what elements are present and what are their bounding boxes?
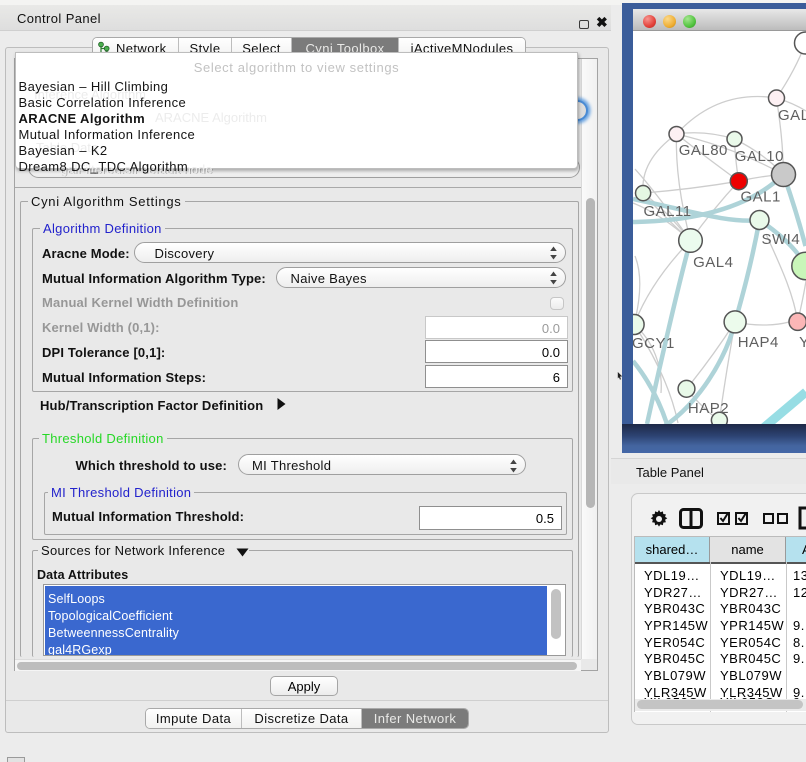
svg-text:HAP2: HAP2: [688, 400, 729, 417]
svg-text:GAL10: GAL10: [735, 148, 784, 165]
svg-text:SWI4: SWI4: [762, 231, 801, 248]
svg-text:GAL4: GAL4: [693, 254, 733, 271]
svg-text:HAP4: HAP4: [738, 334, 779, 351]
svg-text:Y: Y: [799, 334, 806, 351]
svg-text:GAL1: GAL1: [741, 189, 781, 206]
svg-text:GAL80: GAL80: [679, 142, 728, 159]
svg-text:GAL: GAL: [778, 107, 806, 124]
svg-text:GAL11: GAL11: [644, 203, 692, 220]
svg-text:GCY1: GCY1: [633, 335, 675, 352]
